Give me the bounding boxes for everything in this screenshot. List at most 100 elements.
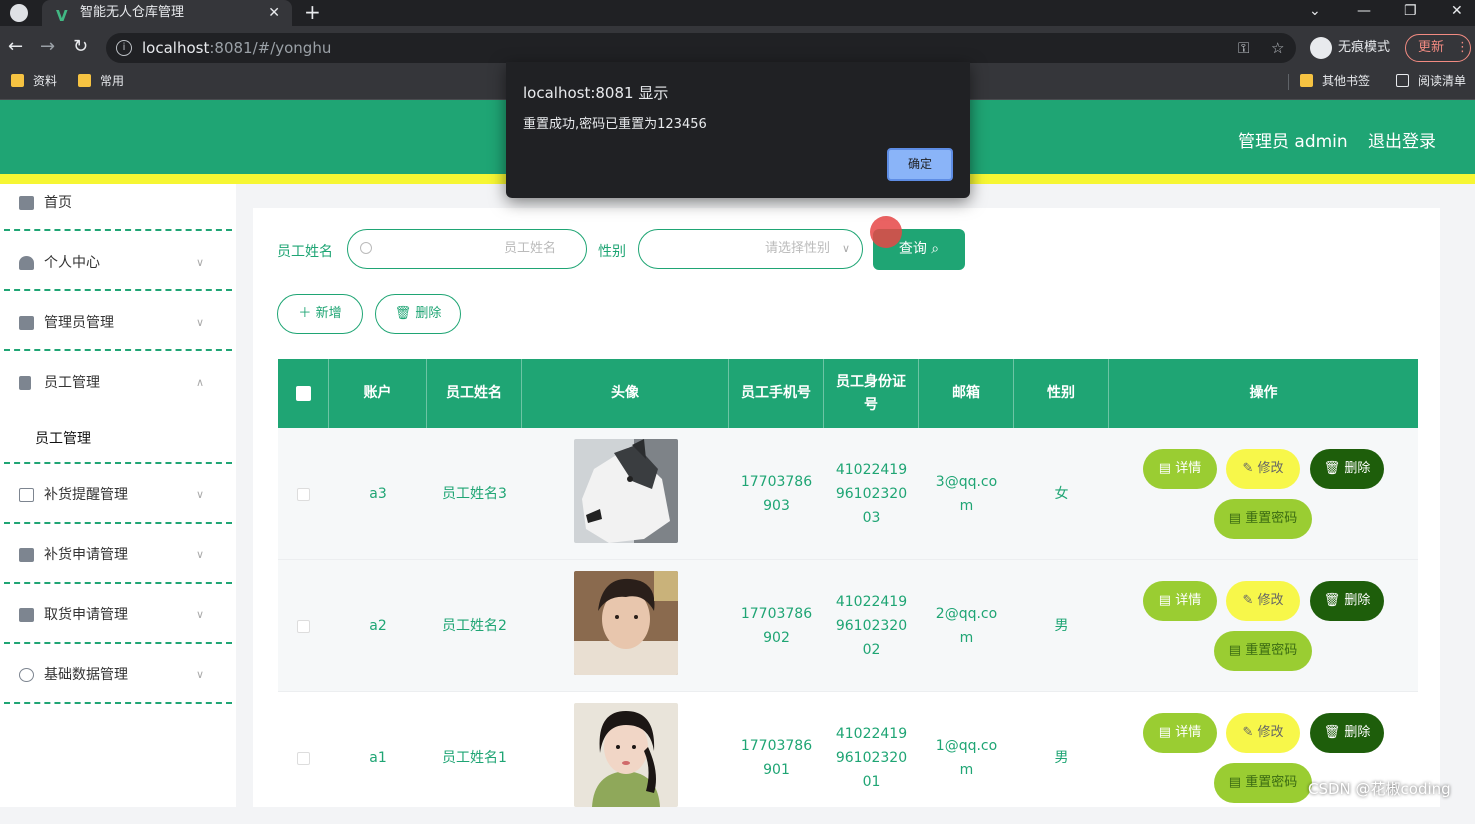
header-checkbox-cell <box>278 359 329 428</box>
submenu-employee-management[interactable]: 员工管理 <box>35 428 91 448</box>
new-tab-button[interactable]: + <box>304 0 321 24</box>
chevron-down-icon: ∨ <box>196 548 205 561</box>
row-checkbox-cell <box>278 692 329 824</box>
sidebar-item-admin-management[interactable]: 管理员管理 ∨ <box>0 304 236 364</box>
col-avatar: 头像 <box>522 359 729 428</box>
edit-button[interactable]: ✎ 修改 <box>1226 713 1300 753</box>
url-input[interactable]: i localhost:8081/#/yonghu ⚿ ☆ <box>106 33 1296 63</box>
sidebar-item-home[interactable]: 首页 <box>0 184 236 244</box>
folder-icon <box>11 74 24 87</box>
tab-title: 智能无人仓库管理 <box>80 5 185 20</box>
cell-id-card: 41022419 96102320 02 <box>824 560 919 692</box>
col-gender: 性别 <box>1014 359 1109 428</box>
menu-divider <box>4 289 232 291</box>
detail-button[interactable]: ▤ 详情 <box>1143 713 1217 753</box>
more-menu-icon[interactable]: ⋮ <box>1456 35 1469 60</box>
cell-email-line1: 1@qq.co <box>935 738 998 754</box>
key-icon[interactable]: ⚿ <box>1238 33 1249 63</box>
cell-phone-line1: 17703786 <box>740 738 813 754</box>
reset-icon: ▤ <box>1228 643 1246 658</box>
update-button[interactable]: 更新 ⋮ <box>1405 34 1471 62</box>
add-button[interactable]: ＋ 新增 <box>277 294 363 334</box>
cell-phone: 17703786 903 <box>729 428 824 560</box>
delete-label: 删除 <box>1344 461 1371 476</box>
logout-link[interactable]: 退出登录 <box>1368 127 1436 152</box>
sidebar-item-restock-reminder[interactable]: 补货提醒管理 ∨ <box>0 476 236 536</box>
cell-id-card: 41022419 96102320 01 <box>824 692 919 824</box>
reset-password-button[interactable]: ▤ 重置密码 <box>1214 763 1312 803</box>
sidebar-item-pickup-application[interactable]: 取货申请管理 ∨ <box>0 596 236 656</box>
cell-phone-line1: 17703786 <box>740 474 813 490</box>
col-email: 邮箱 <box>919 359 1014 428</box>
col-account: 账户 <box>329 359 427 428</box>
incognito-indicator[interactable]: 无痕模式 <box>1310 34 1390 62</box>
select-all-checkbox[interactable] <box>295 386 311 401</box>
cell-email-line1: 2@qq.co <box>935 606 998 622</box>
sidebar-item-label: 基础数据管理 <box>44 667 128 683</box>
cell-id-line1: 41022419 <box>835 594 908 610</box>
reset-icon: ▤ <box>1228 511 1246 526</box>
delete-button[interactable]: 🗑 删除 <box>1310 449 1384 489</box>
cell-id-card: 41022419 96102320 03 <box>824 428 919 560</box>
cell-account: a1 <box>369 750 387 766</box>
alert-ok-button[interactable]: 确定 <box>887 148 953 181</box>
reading-list[interactable]: 阅读清单 <box>1396 70 1466 92</box>
row-checkbox[interactable] <box>297 751 310 765</box>
edit-icon: ✎ <box>1242 593 1258 608</box>
name-search-placeholder: 员工姓名 <box>503 241 556 256</box>
reload-icon[interactable]: ↻ <box>73 36 88 58</box>
menu-divider <box>4 582 232 584</box>
bookmark-ziliao[interactable]: 资料 <box>11 70 57 92</box>
back-icon[interactable]: ← <box>8 36 23 58</box>
batch-delete-button[interactable]: 🗑 删除 <box>375 294 461 334</box>
edit-button[interactable]: ✎ 修改 <box>1226 581 1300 621</box>
sidebar-item-employee-management[interactable]: 员工管理 ∧ <box>0 364 236 464</box>
avatar-young-woman-image <box>574 703 678 807</box>
home-icon <box>19 196 34 210</box>
other-bookmarks[interactable]: 其他书签 <box>1300 70 1370 92</box>
row-checkbox[interactable] <box>297 619 310 633</box>
bookmark-separator <box>1288 74 1289 90</box>
minimize-icon[interactable]: — <box>1357 0 1371 22</box>
batch-delete-label: 删除 <box>415 306 442 321</box>
window-close-icon[interactable]: ✕ <box>1451 0 1463 22</box>
reset-password-button[interactable]: ▤ 重置密码 <box>1214 631 1312 671</box>
name-search-input[interactable]: 员工姓名 <box>347 229 587 269</box>
bookmark-changyong[interactable]: 常用 <box>78 70 124 92</box>
delete-button[interactable]: 🗑 删除 <box>1310 713 1384 753</box>
forward-icon[interactable]: → <box>40 36 55 58</box>
sidebar-item-basic-data[interactable]: 基础数据管理 ∨ <box>0 656 236 716</box>
bookmark-star-icon[interactable]: ☆ <box>1271 33 1284 63</box>
sidebar-item-label: 首页 <box>44 195 72 211</box>
restore-icon[interactable]: ❐ <box>1404 0 1417 22</box>
edit-button[interactable]: ✎ 修改 <box>1226 449 1300 489</box>
tab-close-icon[interactable]: ✕ <box>268 0 280 26</box>
cell-account: a3 <box>369 486 387 502</box>
browser-tab-bar: V 智能无人仓库管理 ✕ + ⌄ — ❐ ✕ <box>0 0 1475 26</box>
browser-tab[interactable]: V 智能无人仓库管理 ✕ <box>42 0 292 26</box>
folder-icon <box>1300 74 1313 87</box>
sidebar-item-personal-center[interactable]: 个人中心 ∨ <box>0 244 236 304</box>
cell-phone-line2: 901 <box>763 762 790 778</box>
sidebar-item-restock-application[interactable]: 补货申请管理 ∨ <box>0 536 236 596</box>
detail-label: 详情 <box>1175 593 1202 608</box>
gender-select-placeholder: 请选择性别 <box>764 241 830 256</box>
menu-divider <box>4 642 232 644</box>
reset-password-button[interactable]: ▤ 重置密码 <box>1214 499 1312 539</box>
detail-button[interactable]: ▤ 详情 <box>1143 581 1217 621</box>
table-header: 账户 员工姓名 头像 员工手机号 员工身份证 号 邮箱 性别 操作 <box>278 359 1418 428</box>
tab-search-icon[interactable]: ⌄ <box>1309 0 1321 22</box>
menu-divider <box>4 522 232 524</box>
delete-button[interactable]: 🗑 删除 <box>1310 581 1384 621</box>
row-checkbox[interactable] <box>297 487 310 501</box>
chevron-down-icon: ∨ <box>841 242 850 255</box>
trash-icon: 🗑 <box>1323 461 1345 476</box>
site-info-icon[interactable]: i <box>116 40 132 56</box>
watermark: CSDN @花椒coding <box>1308 780 1451 798</box>
incognito-icon <box>1310 37 1332 59</box>
reset-label: 重置密码 <box>1245 775 1298 790</box>
gender-select[interactable]: 请选择性别 ∨ <box>638 229 863 269</box>
name-filter-label: 员工姓名 <box>277 244 333 260</box>
briefcase-icon <box>19 316 34 330</box>
detail-button[interactable]: ▤ 详情 <box>1143 449 1217 489</box>
